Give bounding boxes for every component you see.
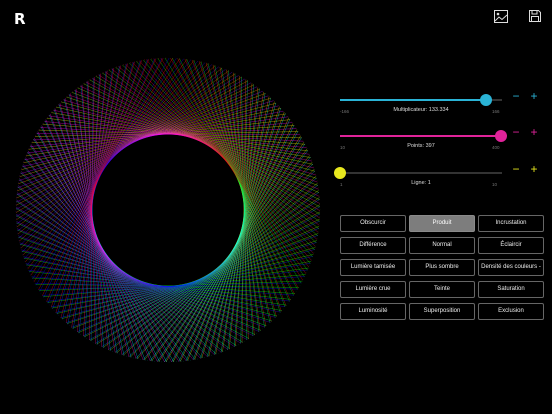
multiplier-slider[interactable]: -166 Multiplicateur: 133.334 166 − + [340, 90, 550, 126]
image-icon[interactable] [494, 10, 508, 24]
blend-button-luminosite[interactable]: Luminosité [340, 303, 406, 320]
multiplier-thumb[interactable] [480, 94, 493, 106]
multiplier-fill [340, 99, 487, 101]
line-thumb[interactable] [334, 167, 346, 179]
points-thumb[interactable] [494, 130, 507, 142]
multiplier-decrement-button[interactable]: − [510, 90, 522, 102]
line-max-label: 10 [492, 182, 498, 187]
blend-button-eclaircir[interactable]: Éclaircir [478, 237, 544, 254]
pattern-line [160, 58, 303, 281]
blend-button-saturation[interactable]: Saturation [478, 281, 544, 298]
blend-button-incrustation[interactable]: Incrustation [478, 215, 544, 232]
blend-mode-grid: Obscurcir Produit Incrustation Différenc… [340, 215, 545, 320]
points-max-label: 400 [492, 145, 500, 150]
blend-button-normal[interactable]: Normal [409, 237, 475, 254]
line-caption: Ligne: 1 [411, 180, 431, 186]
line-decrement-button[interactable]: − [510, 163, 522, 175]
points-fill [340, 135, 501, 137]
multiplier-max-label: 166 [492, 109, 500, 114]
blend-button-lumiere-crue[interactable]: Lumière crue [340, 281, 406, 298]
save-icon[interactable] [529, 10, 543, 24]
blend-button-obscurcir[interactable]: Obscurcir [340, 215, 406, 232]
line-slider[interactable]: 1 Ligne: 1 10 − + [334, 163, 550, 199]
points-increment-button[interactable]: + [528, 126, 540, 138]
app-logo: R [14, 10, 26, 28]
blend-button-teinte[interactable]: Teinte [409, 281, 475, 298]
blend-button-densite-couleurs[interactable]: Densité des couleurs - [478, 259, 544, 276]
pattern-canvas [15, 57, 321, 363]
points-caption: Points: 397 [407, 143, 435, 149]
app-root: R -166 Multiplicateur: 133.334 166 − + 1… [0, 0, 552, 414]
line-increment-button[interactable]: + [528, 163, 540, 175]
points-track[interactable] [340, 130, 507, 142]
multiplier-increment-button[interactable]: + [528, 90, 540, 102]
line-track[interactable] [334, 167, 502, 179]
multiplier-caption: Multiplicateur: 133.334 [393, 107, 449, 113]
blend-button-exclusion[interactable]: Exclusion [478, 303, 544, 320]
points-slider[interactable]: 10 Points: 397 400 − + [340, 126, 550, 162]
blend-button-superposition[interactable]: Superposition [409, 303, 475, 320]
blend-button-lumiere-tamisee[interactable]: Lumière tamisée [340, 259, 406, 276]
points-decrement-button[interactable]: − [510, 126, 522, 138]
blend-button-produit[interactable]: Produit [409, 215, 475, 232]
multiplier-track[interactable] [340, 94, 502, 106]
blend-button-plus-sombre[interactable]: Plus sombre [409, 259, 475, 276]
blend-button-difference[interactable]: Différence [340, 237, 406, 254]
